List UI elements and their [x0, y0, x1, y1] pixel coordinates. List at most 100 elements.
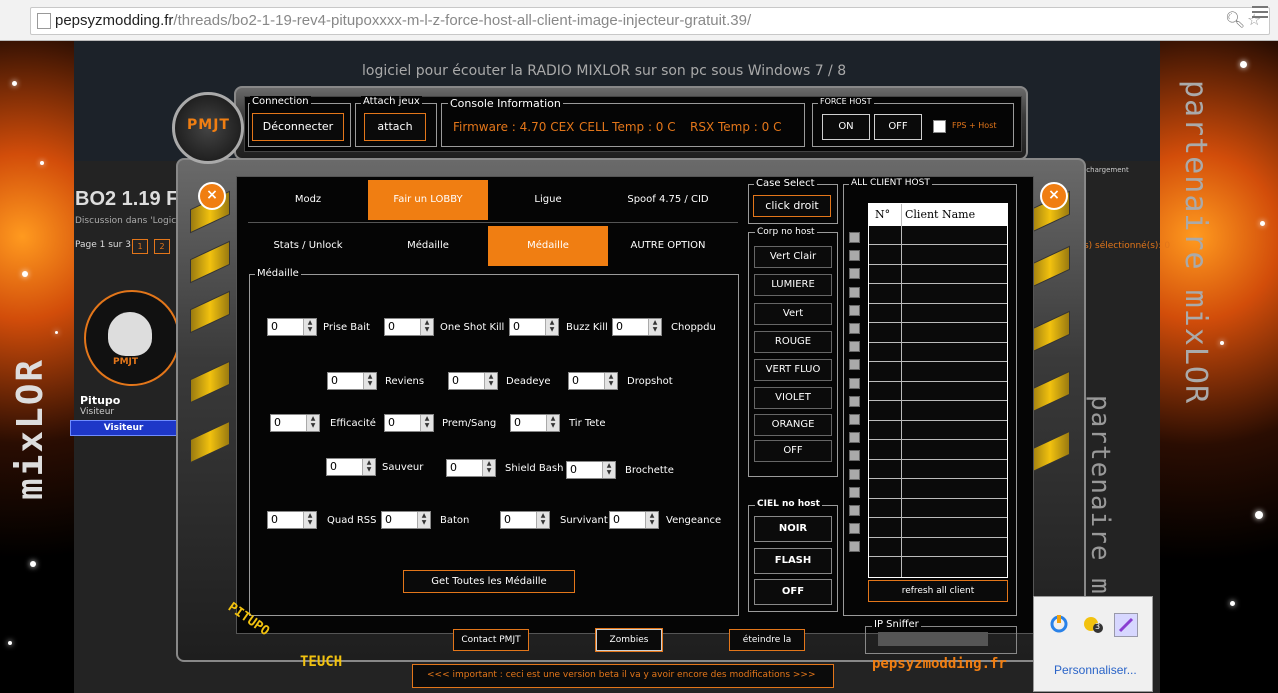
medal-stepper[interactable]: 0 ▲ ▼: [609, 511, 659, 529]
color-vert-clair-button[interactable]: Vert Clair: [754, 246, 832, 268]
medal-stepper[interactable]: 0 ▲ ▼: [566, 461, 616, 479]
stepper-arrows-icon[interactable]: ▲ ▼: [604, 373, 617, 389]
stepper-arrows-icon[interactable]: ▲ ▼: [306, 415, 319, 431]
medal-stepper[interactable]: 0 ▲ ▼: [500, 511, 550, 529]
stepper-arrows-icon[interactable]: ▲ ▼: [546, 415, 559, 431]
client-checkbox[interactable]: [849, 414, 860, 425]
medal-stepper[interactable]: 0 ▲ ▼: [448, 372, 498, 390]
medal-stepper[interactable]: 0 ▲ ▼: [612, 318, 662, 336]
zoom-icon[interactable]: 🔍︎: [1225, 10, 1245, 29]
stepper-arrows-icon[interactable]: ▲ ▼: [420, 319, 433, 335]
medal-stepper[interactable]: 0 ▲ ▼: [267, 511, 317, 529]
stepper-arrows-icon[interactable]: ▲ ▼: [536, 512, 549, 528]
ciel-noir-button[interactable]: NOIR: [754, 516, 832, 542]
medal-value: 0: [450, 461, 457, 474]
medal-stepper[interactable]: 0 ▲ ▼: [510, 414, 560, 432]
ip-sniffer-field[interactable]: [878, 632, 988, 646]
client-checkbox[interactable]: [849, 286, 860, 298]
stepper-arrows-icon[interactable]: ▲ ▼: [545, 319, 558, 335]
stepper-arrows-icon[interactable]: ▲ ▼: [303, 319, 316, 335]
click-droit-button[interactable]: click droit: [753, 195, 831, 217]
medal-stepper[interactable]: 0 ▲ ▼: [568, 372, 618, 390]
ciel-off-button[interactable]: OFF: [754, 579, 832, 605]
tab-medaille-active[interactable]: Médaille: [488, 226, 608, 266]
medal-stepper[interactable]: 0 ▲ ▼: [326, 458, 376, 476]
stepper-arrows-icon[interactable]: ▲ ▼: [645, 512, 658, 528]
client-checkbox[interactable]: [849, 377, 860, 389]
color-lumiere-button[interactable]: LUMIERE: [754, 274, 832, 296]
tab-spoof[interactable]: Spoof 4.75 / CID: [608, 180, 728, 220]
stepper-arrows-icon[interactable]: ▲ ▼: [362, 459, 375, 475]
client-checkbox[interactable]: [849, 323, 860, 334]
medal-stepper[interactable]: 0 ▲ ▼: [384, 318, 434, 336]
medal-stepper[interactable]: 0 ▲ ▼: [327, 372, 377, 390]
client-checkbox[interactable]: [849, 359, 860, 371]
stepper-arrows-icon[interactable]: ▲ ▼: [363, 373, 376, 389]
medal-stepper[interactable]: 0 ▲ ▼: [381, 511, 431, 529]
medal-stepper[interactable]: 0 ▲ ▼: [446, 459, 496, 477]
stepper-arrows-icon[interactable]: ▲ ▼: [648, 319, 661, 335]
client-checkbox[interactable]: [849, 486, 860, 498]
close-icon[interactable]: ×: [198, 182, 226, 210]
stepper-arrows-icon[interactable]: ▲ ▼: [417, 512, 430, 528]
medal-stepper[interactable]: 0 ▲ ▼: [384, 414, 434, 432]
stepper-arrows-icon[interactable]: ▲ ▼: [484, 373, 497, 389]
tab-autre-option[interactable]: AUTRE OPTION: [608, 226, 728, 266]
app-icon[interactable]: [1048, 613, 1070, 635]
color-vert-button[interactable]: Vert: [754, 303, 832, 325]
get-all-medals-button[interactable]: Get Toutes les Médaille: [403, 570, 575, 593]
disconnect-button[interactable]: Déconnecter: [252, 113, 344, 141]
color-rouge-button[interactable]: ROUGE: [754, 331, 832, 353]
client-checkbox[interactable]: [849, 250, 860, 262]
url-text[interactable]: pepsyzmodding.fr/threads/bo2-1-19-rev4-p…: [55, 12, 751, 29]
radio-banner-text[interactable]: logiciel pour écouter la RADIO MIXLOR su…: [362, 63, 846, 79]
refresh-all-client-button[interactable]: refresh all client: [868, 580, 1008, 602]
color-vert-fluo-button[interactable]: VERT FLUO: [754, 359, 832, 381]
medal-stepper[interactable]: 0 ▲ ▼: [509, 318, 559, 336]
tab-fair-un-lobby[interactable]: Fair un LOBBY: [368, 180, 488, 220]
contact-pmjt-button[interactable]: Contact PMJT: [453, 629, 529, 651]
tab-medaille[interactable]: Médaille: [368, 226, 488, 266]
color-violet-button[interactable]: VIOLET: [754, 387, 832, 409]
client-table[interactable]: N° Client Name: [868, 203, 1008, 578]
stepper-arrows-icon[interactable]: ▲ ▼: [303, 512, 316, 528]
force-host-off-button[interactable]: OFF: [874, 114, 922, 140]
client-checkbox[interactable]: [849, 395, 860, 407]
force-host-on-button[interactable]: ON: [822, 114, 870, 140]
client-checkbox[interactable]: [849, 341, 860, 353]
address-bar[interactable]: pepsyzmodding.fr/threads/bo2-1-19-rev4-p…: [30, 7, 1270, 35]
client-checkbox[interactable]: [849, 523, 860, 535]
client-checkbox[interactable]: [849, 450, 860, 462]
medal-label: Buzz Kill: [566, 322, 608, 333]
page-button-2[interactable]: 2: [154, 239, 170, 254]
client-checkbox[interactable]: [849, 505, 860, 516]
medal-stepper[interactable]: 0 ▲ ▼: [267, 318, 317, 336]
stepper-arrows-icon[interactable]: ▲ ▼: [482, 460, 495, 476]
stepper-arrows-icon[interactable]: ▲ ▼: [602, 462, 615, 478]
menu-icon[interactable]: [1252, 3, 1268, 19]
client-checkbox[interactable]: [849, 232, 860, 243]
shutdown-button[interactable]: éteindre la: [729, 629, 805, 651]
pen-icon[interactable]: [1114, 613, 1138, 637]
page-button-1[interactable]: 1: [132, 239, 148, 254]
medal-stepper[interactable]: 0 ▲ ▼: [270, 414, 320, 432]
tab-stats-unlock[interactable]: Stats / Unlock: [248, 226, 368, 266]
client-checkbox[interactable]: [849, 468, 860, 480]
ciel-flash-button[interactable]: FLASH: [754, 548, 832, 574]
stepper-arrows-icon[interactable]: ▲ ▼: [420, 415, 433, 431]
tab-ligue[interactable]: Ligue: [488, 180, 608, 220]
username[interactable]: Pitupo: [80, 394, 120, 407]
attach-button[interactable]: attach: [364, 113, 426, 141]
client-checkbox[interactable]: [849, 432, 860, 444]
tab-modz[interactable]: Modz: [248, 180, 368, 220]
color-off-button[interactable]: OFF: [754, 440, 832, 462]
color-orange-button[interactable]: ORANGE: [754, 414, 832, 436]
close-icon[interactable]: ×: [1040, 182, 1068, 210]
customize-link[interactable]: Personnaliser...: [1054, 663, 1137, 677]
client-checkbox[interactable]: [849, 304, 860, 316]
client-checkbox[interactable]: [849, 268, 860, 280]
fps-host-checkbox[interactable]: [933, 120, 946, 133]
norton-icon[interactable]: 3: [1082, 613, 1104, 635]
client-checkbox[interactable]: [849, 541, 860, 553]
zombies-button[interactable]: Zombies: [595, 628, 663, 652]
